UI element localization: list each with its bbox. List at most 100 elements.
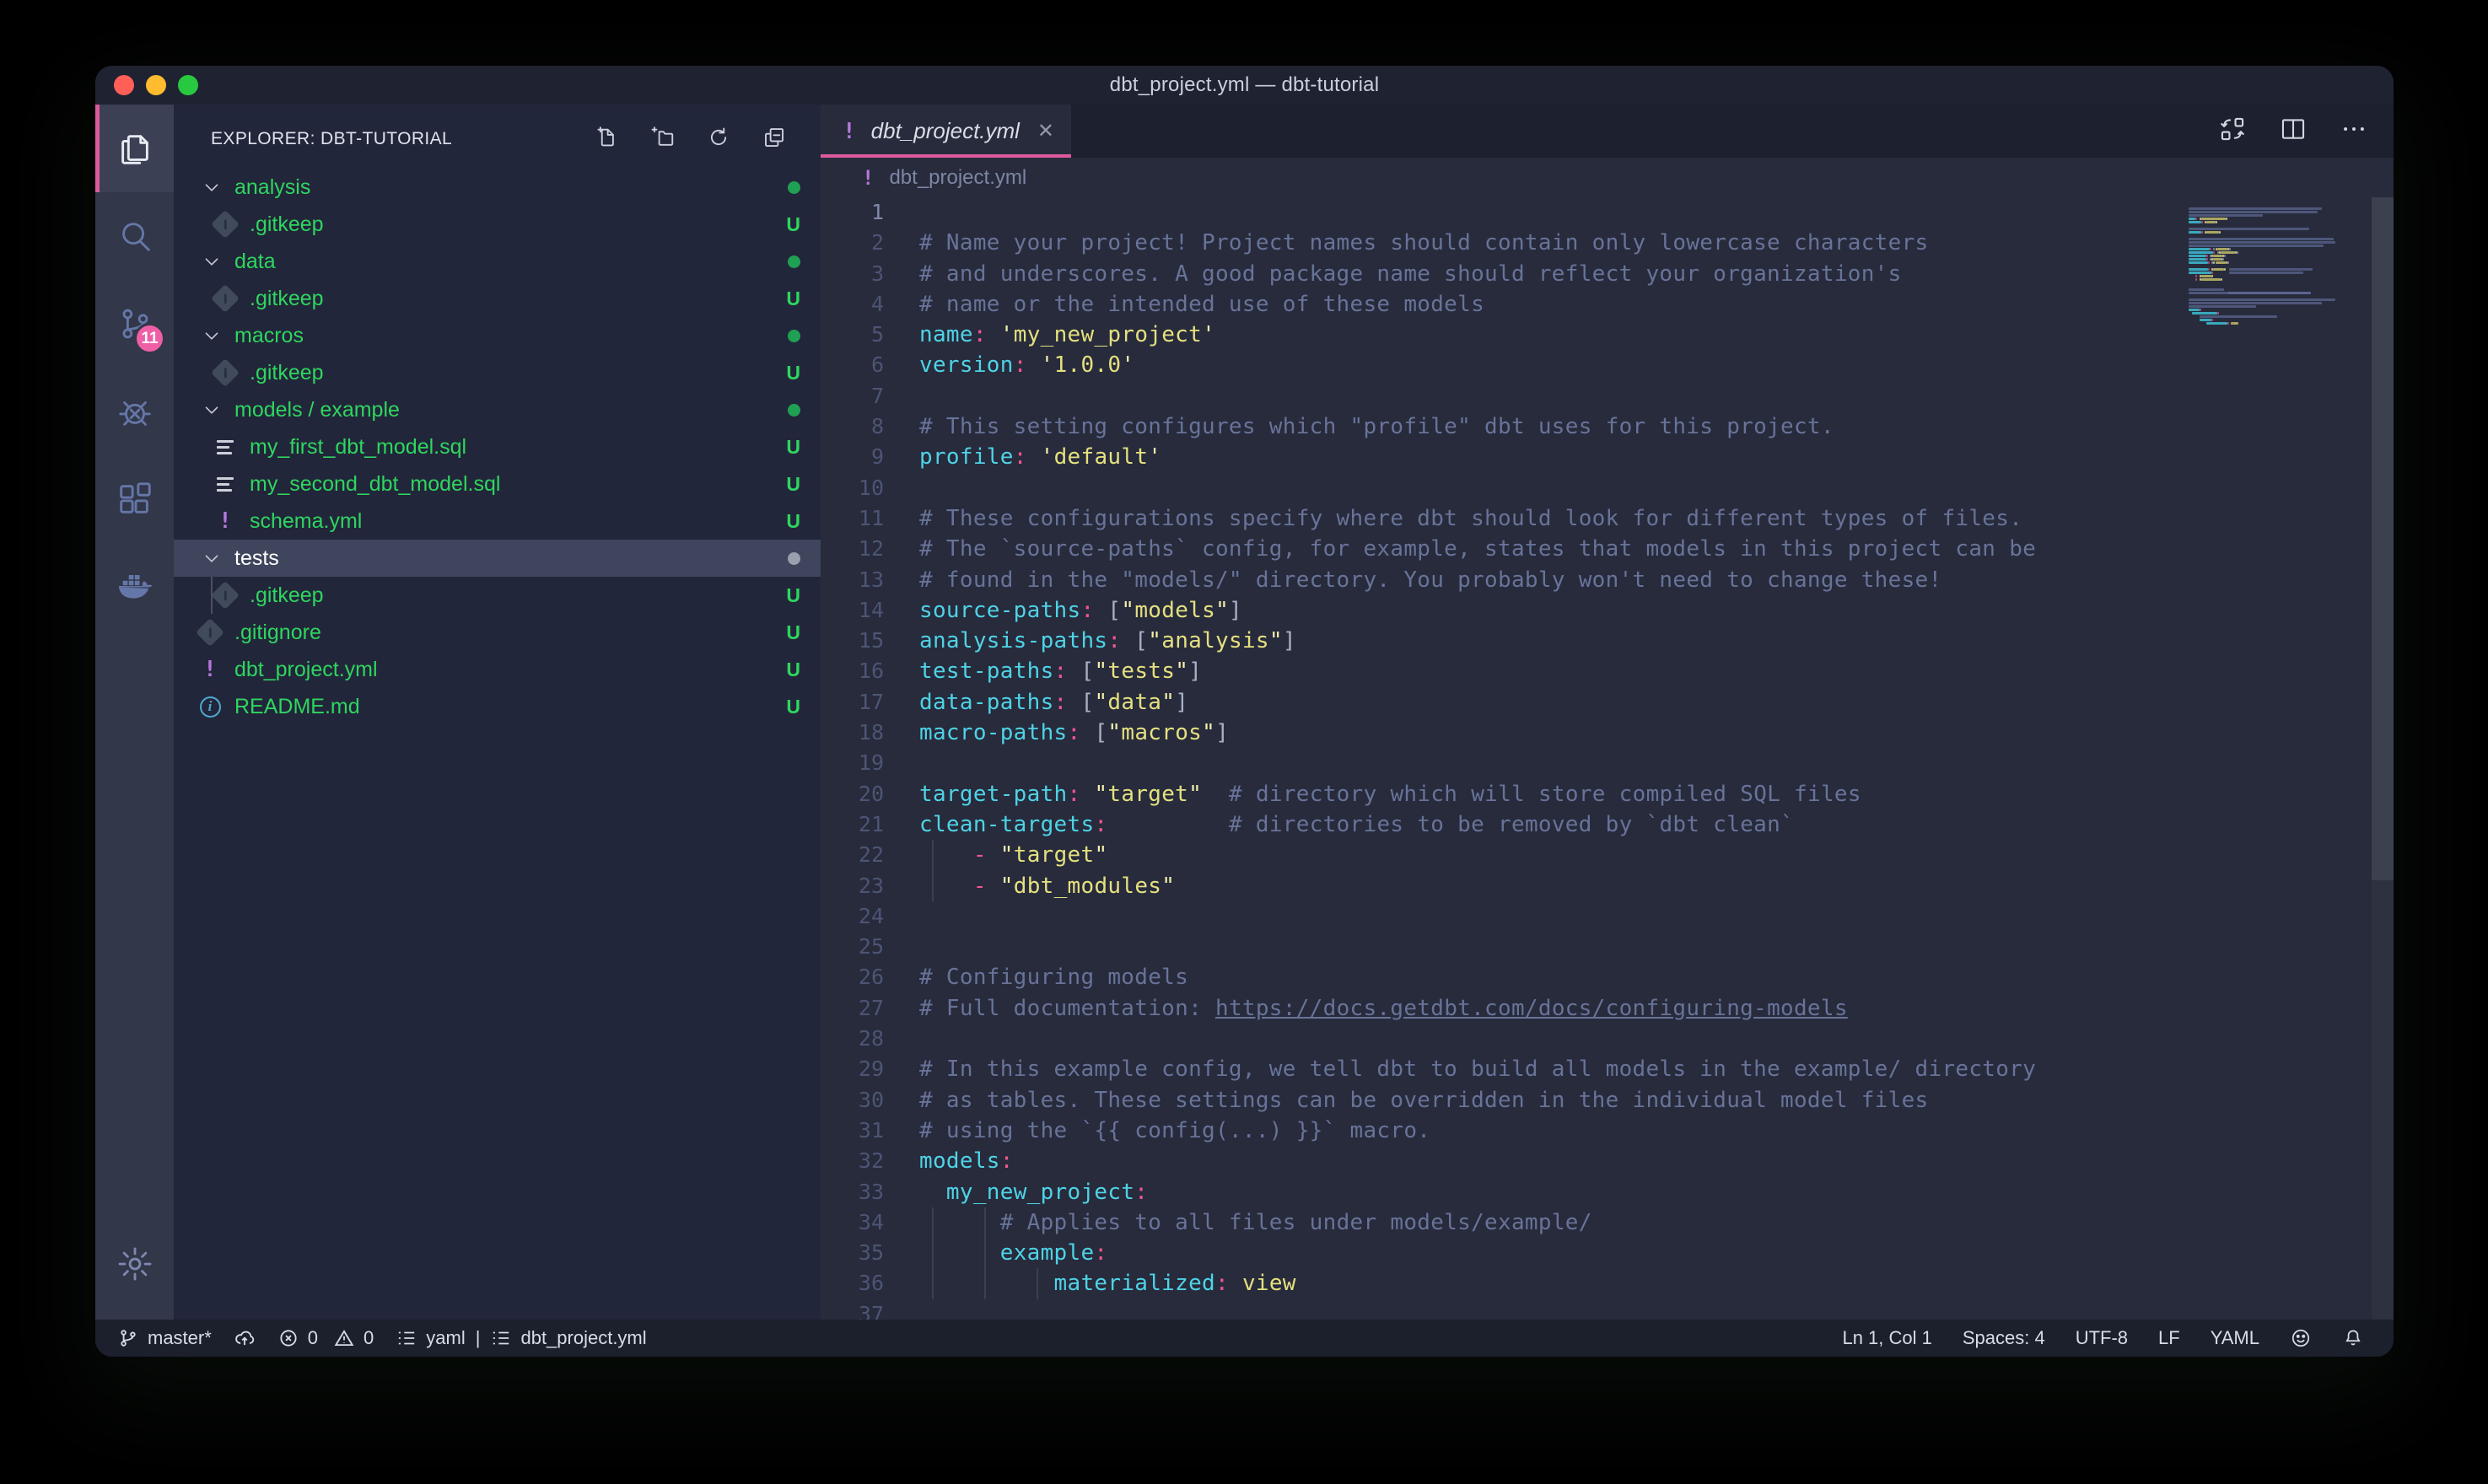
feedback-item[interactable] bbox=[2281, 1327, 2321, 1349]
scrollbar-thumb[interactable] bbox=[2372, 197, 2394, 880]
tree-row-macros[interactable]: macros bbox=[174, 317, 821, 354]
problems-item[interactable]: 0 0 bbox=[267, 1327, 385, 1349]
code-line-19[interactable] bbox=[919, 748, 2183, 778]
tab-close-icon[interactable]: ✕ bbox=[1037, 119, 1054, 143]
activity-item-debug[interactable] bbox=[95, 368, 174, 455]
split-editor-button[interactable] bbox=[2279, 115, 2308, 148]
code-line-4[interactable]: # name or the intended use of these mode… bbox=[919, 289, 2183, 320]
code-line-2[interactable]: # Name your project! Project names shoul… bbox=[919, 228, 2183, 258]
close-window-button[interactable] bbox=[114, 75, 134, 95]
encoding-item[interactable]: UTF-8 bbox=[2066, 1327, 2137, 1349]
tree-row-my-first-dbt-model-sql[interactable]: my_first_dbt_model.sqlU bbox=[174, 428, 821, 465]
eol-item[interactable]: LF bbox=[2149, 1327, 2189, 1349]
notifications-item[interactable] bbox=[2333, 1327, 2373, 1349]
code-line-12[interactable]: # The `source-paths` config, for example… bbox=[919, 534, 2183, 564]
tree-row-analysis[interactable]: analysis bbox=[174, 169, 821, 206]
language-mode-item[interactable]: YAML bbox=[2201, 1327, 2269, 1349]
code-line-3[interactable]: # and underscores. A good package name s… bbox=[919, 259, 2183, 289]
new-folder-button[interactable] bbox=[650, 125, 676, 154]
code-line-15[interactable]: analysis-paths: ["analysis"] bbox=[919, 626, 2183, 656]
refresh-button[interactable] bbox=[706, 125, 731, 154]
line-number: 18 bbox=[821, 718, 884, 748]
line-number: 14 bbox=[821, 595, 884, 626]
more-actions-icon bbox=[2340, 115, 2368, 143]
breadcrumb[interactable]: ! dbt_project.yml bbox=[821, 158, 2394, 197]
tree-row-tests[interactable]: tests bbox=[174, 540, 821, 577]
code-line-11[interactable]: # These configurations specify where dbt… bbox=[919, 503, 2183, 534]
tree-row--gitignore[interactable]: .gitignoreU bbox=[174, 614, 821, 651]
tree-row-models-example[interactable]: models / example bbox=[174, 391, 821, 428]
activity-item-explorer[interactable] bbox=[95, 105, 174, 192]
code-line-14[interactable]: source-paths: ["models"] bbox=[919, 595, 2183, 626]
git-folder-dot-badge bbox=[788, 181, 800, 194]
tree-row--gitkeep[interactable]: .gitkeepU bbox=[174, 206, 821, 243]
code-line-1[interactable] bbox=[919, 197, 2183, 228]
tree-row--gitkeep[interactable]: .gitkeepU bbox=[174, 354, 821, 391]
settings-icon bbox=[116, 1245, 154, 1283]
code-line-33[interactable]: my_new_project: bbox=[919, 1177, 2183, 1207]
tree-row-dbt-project-yml[interactable]: !dbt_project.ymlU bbox=[174, 651, 821, 688]
git-file-icon bbox=[211, 284, 240, 313]
more-actions-button[interactable] bbox=[2340, 115, 2368, 148]
indentation-item[interactable]: Spaces: 4 bbox=[1953, 1327, 2054, 1349]
code-line-22[interactable]: - "target" bbox=[919, 840, 2183, 870]
tree-row--gitkeep[interactable]: .gitkeepU bbox=[174, 577, 821, 614]
code-line-10[interactable] bbox=[919, 473, 2183, 503]
git-branch-item[interactable]: master* bbox=[117, 1327, 223, 1349]
code-line-29[interactable]: # In this example config, we tell dbt to… bbox=[919, 1054, 2183, 1084]
collapse-all-button[interactable] bbox=[762, 125, 787, 154]
code-line-36[interactable]: materialized: view bbox=[919, 1268, 2183, 1298]
code-line-24[interactable] bbox=[919, 901, 2183, 932]
tree-row-readme-md[interactable]: iREADME.mdU bbox=[174, 688, 821, 725]
code-line-20[interactable]: target-path: "target" # directory which … bbox=[919, 779, 2183, 809]
tree-row--gitkeep[interactable]: .gitkeepU bbox=[174, 280, 821, 317]
activity-item-settings[interactable] bbox=[95, 1220, 174, 1308]
code-line-37[interactable] bbox=[919, 1299, 2183, 1320]
activity-item-extensions[interactable] bbox=[95, 455, 174, 543]
yaml-status-item[interactable]: yaml | dbt_project.yml bbox=[385, 1327, 657, 1349]
code-line-25[interactable] bbox=[919, 932, 2183, 962]
git-branch-icon bbox=[117, 1327, 139, 1349]
tree-item-label: macros bbox=[234, 324, 788, 348]
code-line-34[interactable]: # Applies to all files under models/exam… bbox=[919, 1207, 2183, 1238]
line-number: 17 bbox=[821, 687, 884, 718]
code-line-35[interactable]: example: bbox=[919, 1238, 2183, 1268]
code-line-6[interactable]: version: '1.0.0' bbox=[919, 350, 2183, 380]
code-line-5[interactable]: name: 'my_new_project' bbox=[919, 320, 2183, 350]
open-changes-button[interactable] bbox=[2218, 115, 2247, 148]
code-line-17[interactable]: data-paths: ["data"] bbox=[919, 687, 2183, 718]
activity-item-source-control[interactable]: 11 bbox=[95, 280, 174, 368]
code-line-31[interactable]: # using the `{{ config(...) }}` macro. bbox=[919, 1116, 2183, 1146]
code-line-8[interactable]: # This setting configures which "profile… bbox=[919, 411, 2183, 442]
editor-scrollbar[interactable] bbox=[2372, 197, 2394, 1320]
code-line-27[interactable]: # Full documentation: https://docs.getdb… bbox=[919, 993, 2183, 1024]
code-line-21[interactable]: clean-targets: # directories to be remov… bbox=[919, 809, 2183, 840]
cursor-position-item[interactable]: Ln 1, Col 1 bbox=[1833, 1327, 1941, 1349]
activity-item-docker[interactable] bbox=[95, 543, 174, 631]
code-line-16[interactable]: test-paths: ["tests"] bbox=[919, 656, 2183, 686]
code-line-13[interactable]: # found in the "models/" directory. You … bbox=[919, 565, 2183, 595]
minimap[interactable] bbox=[2189, 204, 2370, 329]
code-line-7[interactable] bbox=[919, 381, 2183, 411]
zoom-window-button[interactable] bbox=[178, 75, 198, 95]
code-line-28[interactable] bbox=[919, 1024, 2183, 1054]
git-folder-dot-badge bbox=[788, 552, 800, 565]
code-line-26[interactable]: # Configuring models bbox=[919, 962, 2183, 992]
code-line-32[interactable]: models: bbox=[919, 1146, 2183, 1176]
publish-changes-item[interactable] bbox=[223, 1327, 267, 1349]
code-editor[interactable]: 1234567891011121314151617181920212223242… bbox=[821, 197, 2394, 1320]
code-line-9[interactable]: profile: 'default' bbox=[919, 442, 2183, 472]
tree-row-data[interactable]: data bbox=[174, 243, 821, 280]
code-content[interactable]: # Name your project! Project names shoul… bbox=[919, 197, 2183, 1320]
tree-row-schema-yml[interactable]: !schema.ymlU bbox=[174, 503, 821, 540]
code-line-30[interactable]: # as tables. These settings can be overr… bbox=[919, 1085, 2183, 1116]
activity-item-search[interactable] bbox=[95, 192, 174, 280]
breadcrumb-file[interactable]: dbt_project.yml bbox=[889, 166, 1026, 190]
new-file-button[interactable] bbox=[595, 125, 620, 154]
minimize-window-button[interactable] bbox=[146, 75, 166, 95]
line-number: 28 bbox=[821, 1024, 884, 1054]
tab-dbt-project-yml[interactable]: ! dbt_project.yml ✕ bbox=[821, 105, 1071, 158]
code-line-23[interactable]: - "dbt_modules" bbox=[919, 871, 2183, 901]
code-line-18[interactable]: macro-paths: ["macros"] bbox=[919, 718, 2183, 748]
tree-row-my-second-dbt-model-sql[interactable]: my_second_dbt_model.sqlU bbox=[174, 465, 821, 503]
